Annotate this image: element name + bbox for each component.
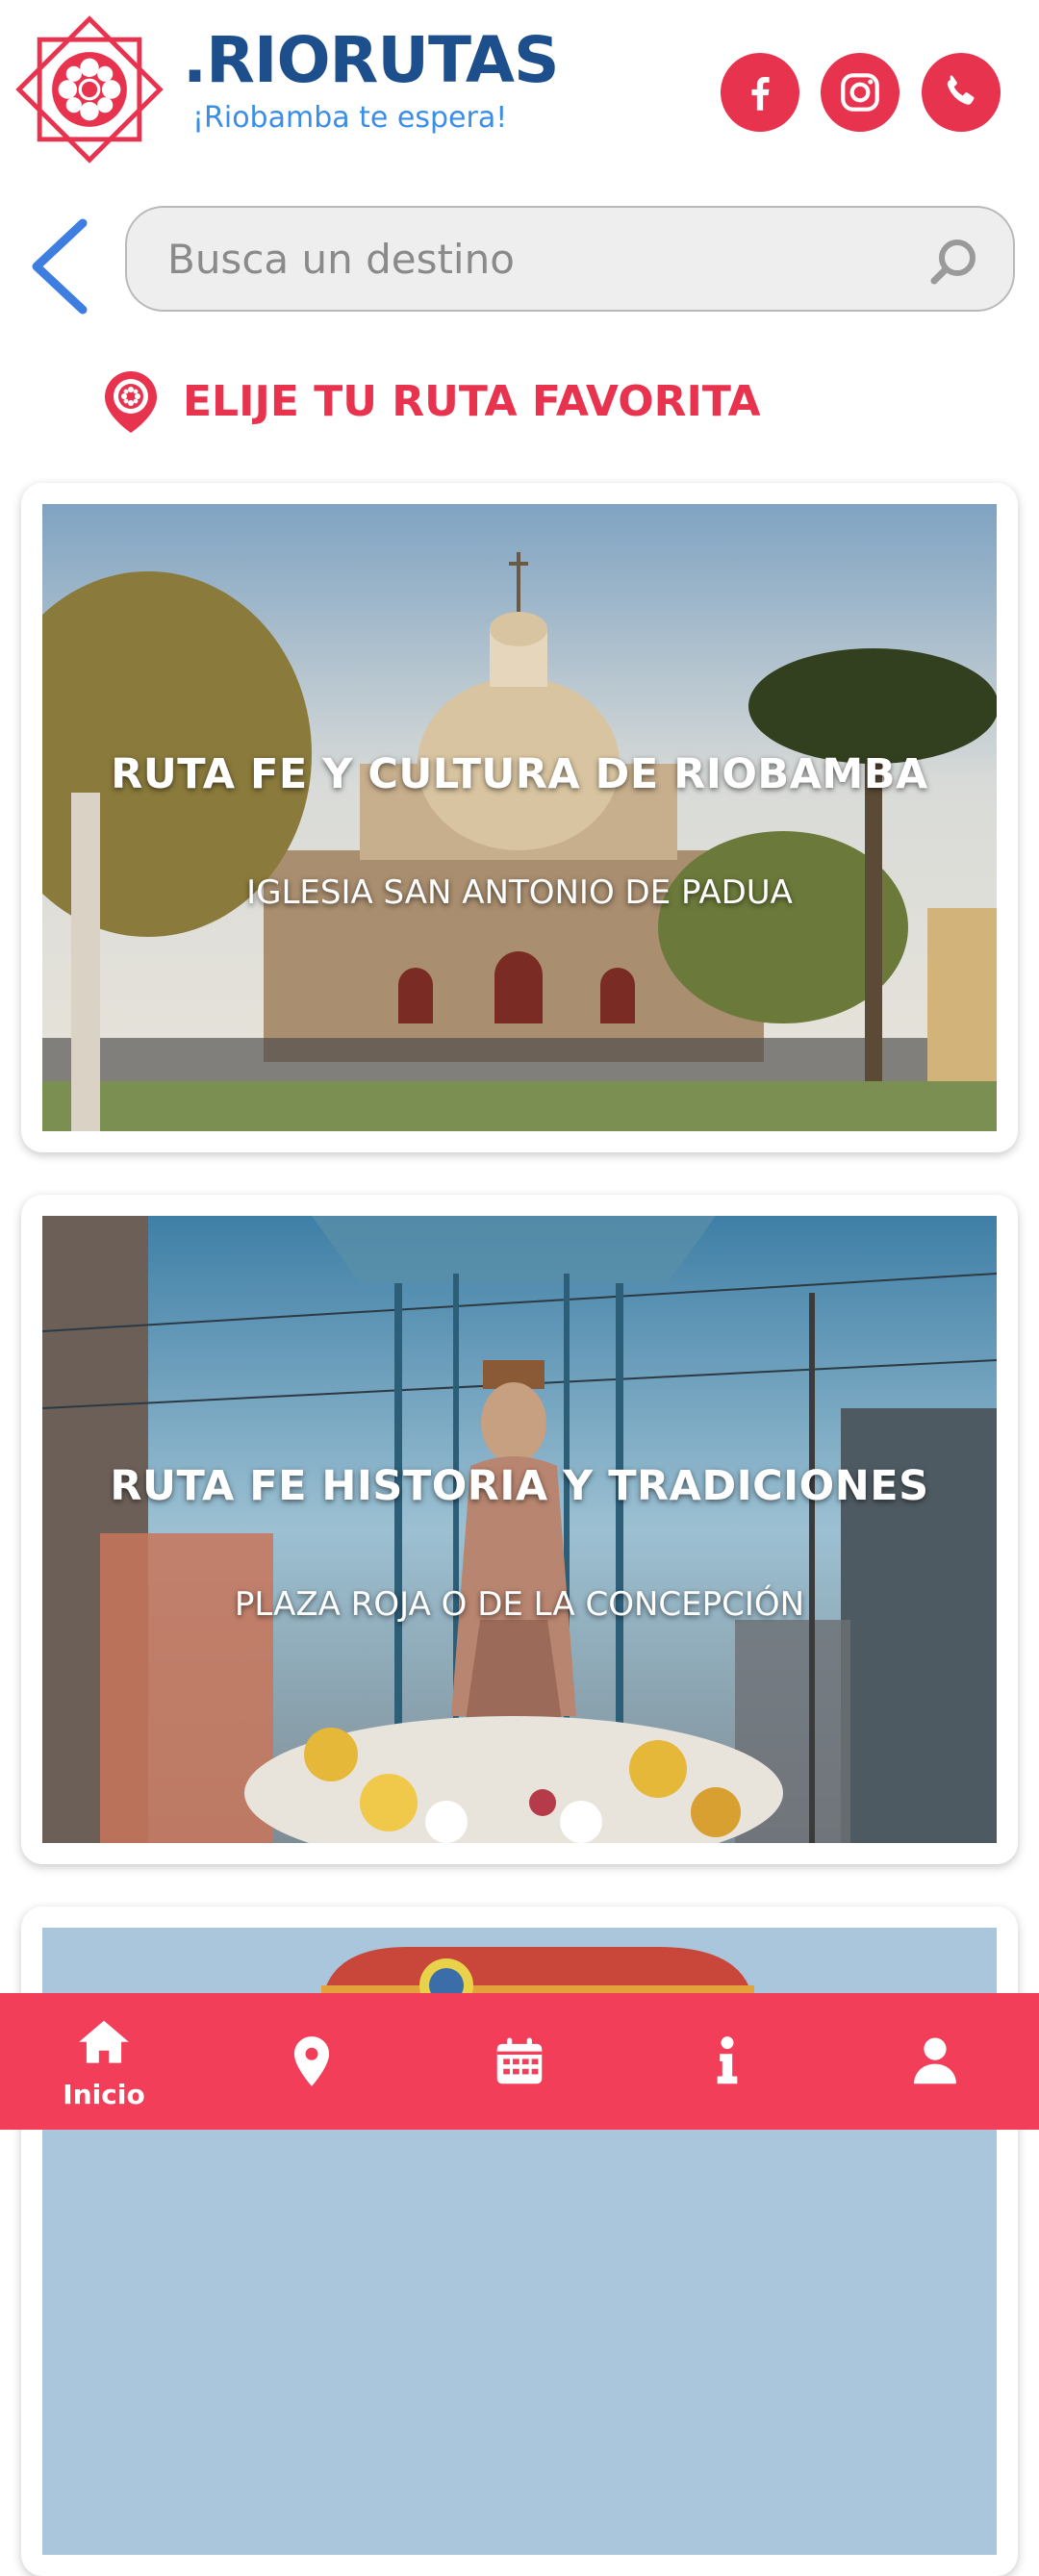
bottom-navigation: Inicio (0, 1993, 1039, 2130)
route-card[interactable]: RUTA FE HISTORIA Y TRADICIONES PLAZA ROJ… (21, 1195, 1018, 1864)
app-tagline: ¡Riobamba te espera! (192, 101, 508, 135)
info-icon (717, 2036, 738, 2084)
back-button[interactable] (27, 214, 94, 319)
section-title: ELIJE TU RUTA FAVORITA (183, 376, 761, 426)
whatsapp-button[interactable] (922, 53, 1001, 132)
instagram-icon (841, 73, 879, 112)
route-subtitle: IGLESIA SAN ANTONIO DE PADUA (246, 873, 793, 912)
instagram-button[interactable] (821, 53, 900, 132)
route-image (42, 504, 997, 1131)
logo-emblem-icon (15, 15, 164, 164)
map-pin-icon (105, 371, 157, 433)
nav-item-info[interactable] (623, 1993, 831, 2130)
app-header: .RIORUTAS ¡Riobamba te espera! (0, 0, 1039, 183)
app-name: .RIORUTAS (183, 23, 559, 97)
nav-item-inicio[interactable]: Inicio (0, 1993, 208, 2130)
nav-item-calendar[interactable] (416, 1993, 623, 2130)
route-title: RUTA FE Y CULTURA DE RIOBAMBA (111, 750, 928, 798)
facebook-button[interactable] (721, 53, 799, 132)
route-card[interactable]: RUTA FE Y CULTURA DE RIOBAMBA IGLESIA SA… (21, 483, 1018, 1152)
search-bar[interactable] (125, 206, 1015, 312)
nav-item-location[interactable] (208, 1993, 416, 2130)
whatsapp-icon (947, 75, 975, 105)
search-icon[interactable] (926, 235, 980, 289)
route-subtitle: PLAZA ROJA O DE LA CONCEPCIÓN (234, 1585, 805, 1624)
location-icon (293, 2036, 330, 2086)
chevron-left-icon (32, 218, 88, 315)
calendar-icon (496, 2037, 543, 2084)
nav-label-inicio: Inicio (63, 2078, 145, 2110)
search-input[interactable] (165, 225, 916, 292)
user-icon (914, 2037, 956, 2084)
nav-item-profile[interactable] (831, 1993, 1039, 2130)
home-icon (79, 2020, 129, 2063)
facebook-icon (751, 76, 770, 111)
section-header: ELIJE TU RUTA FAVORITA (100, 367, 761, 435)
route-image (42, 1216, 997, 1843)
route-title: RUTA FE HISTORIA Y TRADICIONES (110, 1462, 929, 1510)
